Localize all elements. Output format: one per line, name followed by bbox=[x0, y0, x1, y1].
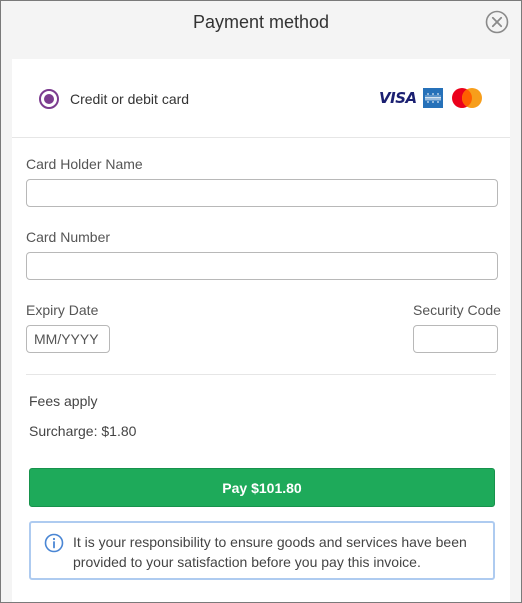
amex-icon bbox=[423, 88, 443, 108]
card-holder-name-label: Card Holder Name bbox=[26, 156, 143, 172]
pay-button[interactable]: Pay $101.80 bbox=[29, 468, 495, 507]
card-holder-name-input[interactable] bbox=[26, 179, 498, 207]
expiry-date-input[interactable] bbox=[26, 325, 110, 353]
card-number-label: Card Number bbox=[26, 229, 111, 245]
payment-method-label: Credit or debit card bbox=[70, 91, 190, 107]
card-number-input[interactable] bbox=[26, 252, 498, 280]
responsibility-notice: It is your responsibility to ensure good… bbox=[29, 521, 495, 580]
fees-note: Fees apply bbox=[29, 393, 98, 409]
payment-dialog: Payment method Credit or debit card VISA bbox=[0, 0, 522, 603]
mastercard-icon bbox=[452, 88, 482, 108]
payment-method-option[interactable]: Credit or debit card VISA bbox=[12, 59, 510, 138]
divider bbox=[26, 374, 496, 375]
visa-logo: VISA bbox=[379, 89, 417, 107]
dialog-title: Payment method bbox=[192, 12, 330, 32]
close-button[interactable] bbox=[485, 10, 509, 34]
payment-panel: Credit or debit card VISA Card Holder Na… bbox=[12, 59, 510, 602]
card-radio-button[interactable] bbox=[39, 89, 59, 109]
notice-text: It is your responsibility to ensure good… bbox=[73, 534, 467, 570]
info-icon bbox=[44, 533, 64, 553]
security-code-input[interactable] bbox=[413, 325, 498, 353]
expiry-date-label: Expiry Date bbox=[26, 302, 99, 318]
close-circle-icon bbox=[485, 10, 509, 34]
surcharge-text: Surcharge: $1.80 bbox=[29, 423, 137, 439]
dialog-header: Payment method bbox=[1, 1, 521, 46]
security-code-label: Security Code bbox=[413, 302, 501, 318]
